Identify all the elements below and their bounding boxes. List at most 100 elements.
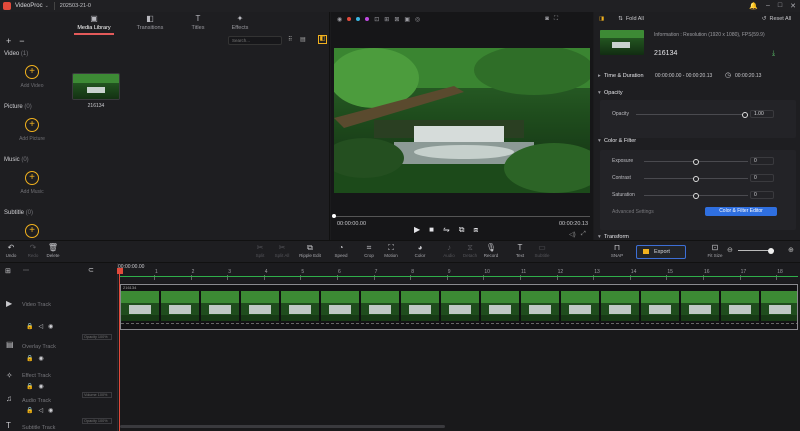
play-icon[interactable]: ▶ bbox=[414, 225, 420, 235]
prev-next-icon[interactable]: ⇋ bbox=[443, 225, 450, 235]
section-time-duration[interactable]: Time & Duration bbox=[598, 73, 643, 79]
center-icon[interactable]: ⊠ bbox=[394, 16, 399, 23]
list-view-icon[interactable]: ▤ bbox=[300, 36, 306, 43]
advanced-settings-link[interactable]: Advanced Settings bbox=[612, 209, 654, 215]
effect-track-controls[interactable]: 🔒◉ bbox=[26, 383, 49, 390]
add-subtitle-button[interactable]: + bbox=[25, 224, 39, 238]
category-picture[interactable]: Picture (0) bbox=[4, 104, 32, 110]
color-filter-editor-button[interactable]: Color & Filter Editor bbox=[705, 207, 777, 216]
search-input[interactable]: Search... bbox=[228, 36, 282, 45]
section-color-filter[interactable]: Color & Filter bbox=[598, 138, 636, 144]
timeline-ruler[interactable]: 00:00:00.00 1 2 3 4 5 6 7 8 9 10 11 12 13 14 15 16 17 18 bbox=[118, 263, 800, 283]
timeline-work-area bbox=[120, 276, 798, 277]
exposure-input[interactable]: 0 bbox=[750, 157, 774, 165]
fit-size-button[interactable]: ⊡ Fit Size bbox=[701, 243, 729, 258]
video-preview[interactable] bbox=[334, 48, 590, 193]
saturation-input[interactable]: 0 bbox=[750, 191, 774, 199]
color-button[interactable]: ◕ Color bbox=[406, 243, 434, 258]
section-opacity[interactable]: Opacity bbox=[598, 90, 623, 96]
mark-in-icon[interactable]: ⧉ bbox=[459, 225, 465, 235]
layout-toggle-icon[interactable]: ◧ bbox=[318, 35, 327, 44]
purple-dot-icon[interactable] bbox=[365, 17, 370, 21]
audio-track-controls[interactable]: 🔒◁◉ bbox=[26, 407, 58, 414]
trash-icon: 🗑 bbox=[47, 243, 59, 252]
remove-media-icon[interactable]: − bbox=[19, 36, 24, 46]
delete-button[interactable]: 🗑 Delete bbox=[39, 243, 67, 258]
video-clip[interactable]: 216134 bbox=[120, 284, 798, 330]
add-track-icon[interactable]: ⊞ bbox=[5, 267, 11, 275]
add-music-button[interactable]: + bbox=[25, 171, 39, 185]
zoom-out-icon[interactable]: ⊖ bbox=[727, 246, 733, 254]
split-all-button[interactable]: ✂ Split All bbox=[268, 243, 296, 258]
subtitle-button[interactable]: ▭ Subtitle bbox=[528, 243, 556, 258]
red-dot-icon[interactable] bbox=[347, 17, 352, 21]
tab-titles[interactable]: T Titles bbox=[176, 14, 220, 31]
opacity-slider[interactable] bbox=[636, 111, 748, 118]
grid-view-icon[interactable]: ⠿ bbox=[288, 36, 292, 43]
media-clip-name: 216134 bbox=[87, 103, 105, 109]
fold-all-icon[interactable]: ⇅ bbox=[618, 16, 623, 22]
video-track-controls[interactable]: 🔒◁◉ bbox=[26, 323, 58, 330]
audio-track-volume: Volume 100% bbox=[82, 392, 112, 398]
category-subtitle[interactable]: Subtitle (0) bbox=[4, 210, 33, 216]
tab-effects[interactable]: ✦ Effects bbox=[218, 14, 262, 31]
media-thumbnail[interactable] bbox=[72, 73, 120, 100]
playhead-handle[interactable] bbox=[117, 268, 123, 274]
reset-all-icon[interactable]: ↺ bbox=[762, 16, 767, 22]
app-name[interactable]: VideoProc bbox=[15, 3, 43, 9]
expand-icon[interactable]: ⤢ bbox=[581, 231, 586, 238]
download-icon[interactable]: ⤓ bbox=[772, 50, 775, 58]
record-button[interactable]: 🎙 Record bbox=[477, 243, 505, 258]
reset-all-button[interactable]: Reset All bbox=[769, 16, 791, 22]
chevron-down-icon[interactable]: ⌄ bbox=[45, 3, 49, 9]
saturation-slider[interactable] bbox=[644, 192, 748, 199]
stop-icon[interactable]: ■ bbox=[429, 225, 434, 235]
ripple-edit-button[interactable]: ⧉ Ripple Edit bbox=[296, 243, 324, 258]
info-frame-icon[interactable]: ▣ bbox=[404, 16, 410, 23]
volume-icon[interactable]: ◁) bbox=[569, 231, 576, 238]
overlay-track-controls[interactable]: 🔒◉ bbox=[26, 355, 49, 362]
preview-scrubber[interactable] bbox=[332, 214, 590, 218]
playhead[interactable] bbox=[119, 268, 120, 431]
zoom-knob[interactable] bbox=[768, 247, 774, 254]
blue-dot-icon[interactable] bbox=[356, 17, 361, 21]
mark-out-icon[interactable]: ⧈ bbox=[473, 225, 478, 235]
slider-knob[interactable] bbox=[693, 192, 699, 199]
tab-media-library[interactable]: ▣ Media Library bbox=[72, 14, 116, 35]
fullscreen-icon[interactable]: ⛶ bbox=[554, 16, 558, 23]
add-picture-button[interactable]: + bbox=[25, 118, 39, 132]
maximize-icon[interactable]: □ bbox=[778, 2, 782, 10]
add-video-button[interactable]: + bbox=[25, 65, 39, 79]
loop-icon[interactable]: ⊂ bbox=[88, 266, 94, 274]
zoom-slider[interactable] bbox=[738, 247, 774, 254]
snap-button[interactable]: ⊓ SNAP bbox=[603, 243, 631, 258]
crop-frame-icon[interactable]: ⊡ bbox=[374, 16, 379, 23]
export-button[interactable]: Export bbox=[636, 245, 686, 259]
snapshot-icon[interactable]: ◙ bbox=[545, 16, 549, 22]
opacity-input[interactable]: 1.00 bbox=[750, 110, 774, 118]
panel-toggle-icon[interactable]: ◨ bbox=[599, 16, 604, 22]
slider-knob[interactable] bbox=[693, 158, 699, 165]
slider-knob[interactable] bbox=[742, 111, 748, 118]
add-media-icon[interactable]: + bbox=[6, 36, 11, 46]
contrast-input[interactable]: 0 bbox=[750, 174, 774, 182]
timeline-scrollbar[interactable] bbox=[120, 425, 445, 428]
close-icon[interactable]: ✕ bbox=[790, 2, 796, 10]
eye-icon[interactable]: ◎ bbox=[415, 16, 420, 23]
slider-knob[interactable] bbox=[693, 175, 699, 182]
motion-button[interactable]: ⛶ Motion bbox=[377, 243, 405, 258]
tab-transitions[interactable]: ◧ Transitions bbox=[128, 14, 172, 31]
fit-frame-icon[interactable]: ⊞ bbox=[384, 16, 389, 23]
category-video[interactable]: Video (1) bbox=[4, 51, 28, 57]
category-music[interactable]: Music (0) bbox=[4, 157, 29, 163]
exposure-slider[interactable] bbox=[644, 158, 748, 165]
more-icon[interactable]: ⋯ bbox=[23, 267, 29, 274]
scrubber-knob[interactable] bbox=[332, 214, 336, 218]
contrast-slider[interactable] bbox=[644, 175, 748, 182]
zoom-in-icon[interactable]: ⊕ bbox=[788, 246, 794, 254]
speed-button[interactable]: ◔ Speed bbox=[327, 243, 355, 258]
rss-icon[interactable]: ◉ bbox=[337, 16, 342, 23]
fold-all-button[interactable]: Fold All bbox=[626, 16, 644, 22]
minimize-icon[interactable]: – bbox=[766, 2, 770, 10]
bell-icon[interactable]: 🔔 bbox=[749, 2, 758, 10]
